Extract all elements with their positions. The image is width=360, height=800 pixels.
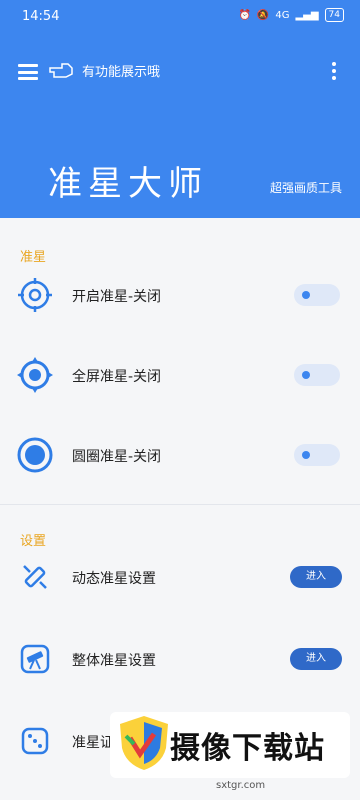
toggle-switch[interactable] [294, 284, 340, 306]
row-label: 圆圈准星-关闭 [72, 449, 162, 465]
toggle-knob [302, 371, 310, 379]
enter-button[interactable]: 进入 [290, 566, 342, 588]
telescope-icon [20, 644, 50, 674]
hint-text: 有功能展示哦 [82, 64, 161, 80]
app-title: 准星大师 [48, 164, 208, 204]
signal-icon: ▂▄▆ [295, 9, 319, 21]
enter-button[interactable]: 进入 [290, 648, 342, 670]
row-label: 整体准星设置 [72, 653, 156, 669]
app-subtitle: 超强画质工具 [269, 181, 342, 195]
toggle-knob [302, 291, 310, 299]
dice-icon [21, 727, 49, 755]
feature-hint[interactable]: 有功能展示哦 [48, 60, 160, 80]
settings-row-overall-crosshair[interactable]: 整体准星设置 进入 [0, 630, 360, 690]
more-options-button[interactable] [332, 62, 336, 83]
toggle-switch[interactable] [294, 444, 340, 466]
watermark-text: 摄像下载站 [170, 731, 325, 766]
watermark-logo-icon [120, 716, 168, 770]
status-bar: 14:54 ⏰ 🔕 4G ▂▄▆ 74 [0, 0, 360, 34]
watermark-url: sxtgr.com [216, 780, 266, 791]
menu-icon-bar [18, 77, 38, 80]
row-label: 动态准星设置 [72, 571, 156, 587]
mute-icon: 🔕 [256, 9, 270, 21]
menu-icon-bar [18, 70, 38, 74]
section-divider [0, 504, 360, 505]
settings-row-dynamic-crosshair[interactable]: 动态准星设置 进入 [0, 548, 360, 608]
crosshair-target-icon [18, 278, 52, 312]
toggle-knob [302, 451, 310, 459]
fullscreen-crosshair-icon [17, 357, 53, 393]
menu-button[interactable] [18, 64, 38, 80]
status-time: 14:54 [22, 9, 60, 24]
toggle-row-fullscreen-crosshair[interactable]: 全屏准星-关闭 [0, 346, 360, 406]
status-icons: ⏰ 🔕 4G ▂▄▆ 74 [238, 8, 344, 22]
row-label: 开启准星-关闭 [72, 289, 162, 305]
row-label: 准星证 [72, 735, 114, 751]
menu-icon-bar [18, 64, 38, 67]
toggle-row-circle-crosshair[interactable]: 圆圈准星-关闭 [0, 426, 360, 486]
section-label-settings: 设置 [20, 534, 47, 549]
battery-indicator: 74 [324, 8, 344, 22]
section-label-crosshair: 准星 [20, 250, 47, 265]
alarm-icon: ⏰ [238, 9, 251, 21]
toggle-row-open-crosshair[interactable]: 开启准星-关闭 [0, 266, 360, 326]
pointing-hand-icon [49, 63, 73, 78]
network-label: 4G [275, 9, 290, 21]
satellite-icon [23, 565, 47, 589]
circle-crosshair-icon [17, 437, 53, 473]
toggle-switch[interactable] [294, 364, 340, 386]
app-header: 有功能展示哦 准星大师 超强画质工具 [0, 34, 360, 218]
row-label: 全屏准星-关闭 [72, 369, 162, 385]
